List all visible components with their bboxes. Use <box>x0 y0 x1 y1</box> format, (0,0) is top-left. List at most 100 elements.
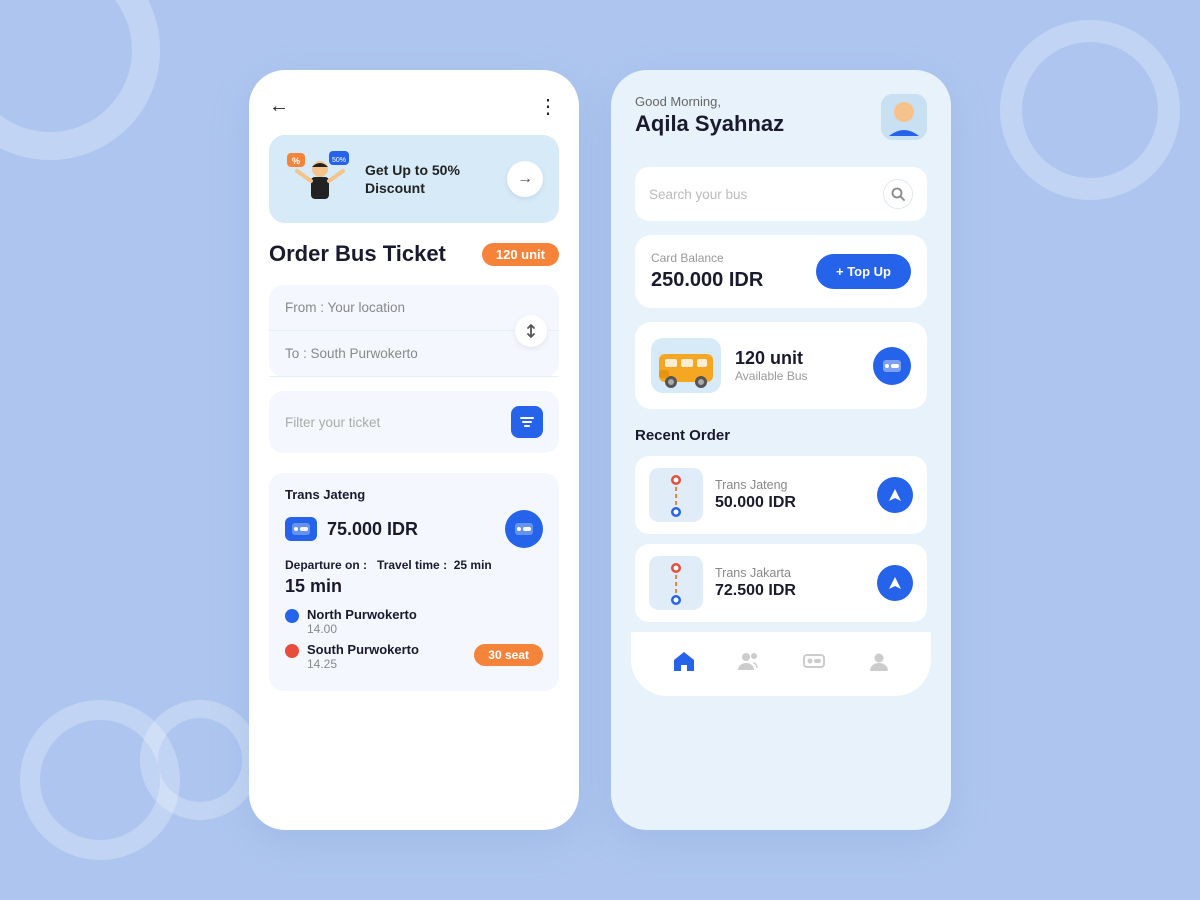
stop-1-name: North Purwokerto <box>307 607 417 622</box>
ticket-price: 75.000 IDR <box>327 519 418 540</box>
order-2-info: Trans Jakarta 72.500 IDR <box>715 566 865 600</box>
bus-available-label: Available Bus <box>735 369 859 383</box>
bg-decoration-4 <box>140 700 260 820</box>
stop-1-time: 14.00 <box>307 622 417 636</box>
bus-ticket-button[interactable] <box>873 347 911 385</box>
greeting-section: Good Morning, Aqila Syahnaz <box>635 94 784 153</box>
filter-button[interactable] <box>511 406 543 438</box>
unit-badge: 120 unit <box>482 243 559 266</box>
avatar <box>881 94 927 140</box>
top-bar: ← ⋮ <box>269 94 559 119</box>
right-top-row: Good Morning, Aqila Syahnaz <box>635 94 927 153</box>
banner-text: Get Up to 50% Discount <box>365 161 497 197</box>
navigate-icon-1 <box>887 487 903 503</box>
ticket-icon-box <box>285 517 317 541</box>
stop-2-dot <box>285 644 299 658</box>
filter-section: Filter your ticket <box>269 391 559 453</box>
ticket-icon-svg <box>802 650 826 672</box>
recent-orders-title: Recent Order <box>635 427 927 444</box>
stop-2-name: South Purwokerto <box>307 642 419 657</box>
ticket-price-left: 75.000 IDR <box>285 517 418 541</box>
search-icon <box>891 187 905 201</box>
ticket-small-icon <box>291 522 311 536</box>
nav-profile[interactable] <box>857 646 901 682</box>
people-icon-svg <box>737 650 761 672</box>
location-input-section: From : Your location To : South Purwoker… <box>269 285 559 377</box>
left-phone: ← ⋮ % 50% <box>249 70 579 830</box>
stop-1-info: North Purwokerto 14.00 <box>307 607 417 636</box>
balance-info: Card Balance 250.000 IDR <box>651 251 763 292</box>
balance-card: Card Balance 250.000 IDR + Top Up <box>635 235 927 308</box>
order-item-2[interactable]: Trans Jakarta 72.500 IDR <box>635 544 927 622</box>
nav-home[interactable] <box>662 646 706 682</box>
order-map-svg-2 <box>649 556 703 610</box>
to-input[interactable]: To : South Purwokerto <box>269 331 559 377</box>
order-map-1 <box>649 468 703 522</box>
balance-label: Card Balance <box>651 251 763 265</box>
search-button[interactable] <box>883 179 913 209</box>
order-2-operator: Trans Jakarta <box>715 566 865 580</box>
ticket-icon <box>802 650 826 678</box>
bus-card: 120 unit Available Bus <box>635 322 927 409</box>
bus-info: 120 unit Available Bus <box>735 348 859 383</box>
ticket-operator: Trans Jateng <box>285 487 543 502</box>
svg-text:%: % <box>292 156 300 166</box>
phones-container: ← ⋮ % 50% <box>249 70 951 830</box>
stop-2-row: South Purwokerto 14.25 30 seat <box>285 642 543 671</box>
bg-decoration-1 <box>0 0 160 160</box>
order-1-info: Trans Jateng 50.000 IDR <box>715 478 865 512</box>
avatar-svg <box>881 94 927 140</box>
home-icon-svg <box>672 650 696 672</box>
book-ticket-icon <box>514 522 534 536</box>
bus-svg <box>651 338 721 393</box>
wait-time: 15 min <box>285 576 543 597</box>
nav-people[interactable] <box>727 646 771 682</box>
topup-button[interactable]: + Top Up <box>816 254 911 289</box>
book-button[interactable] <box>505 510 543 548</box>
swap-icon <box>523 323 539 339</box>
balance-amount: 250.000 IDR <box>651 269 763 292</box>
stop-1-dot <box>285 609 299 623</box>
stop-2-time: 14.25 <box>307 657 419 671</box>
greeting-text: Good Morning, <box>635 94 784 109</box>
more-menu-button[interactable]: ⋮ <box>538 94 559 119</box>
search-placeholder: Search your bus <box>649 187 747 202</box>
home-icon <box>672 650 696 678</box>
departure-row: Departure on : Travel time : 25 min <box>285 558 543 572</box>
bus-ticket-icon <box>882 359 902 373</box>
profile-icon-svg <box>867 650 891 672</box>
profile-icon <box>867 650 891 678</box>
banner-title: Get Up to 50% Discount <box>365 161 497 197</box>
seat-badge: 30 seat <box>474 644 543 666</box>
svg-text:50%: 50% <box>332 157 346 164</box>
navigate-icon-2 <box>887 575 903 591</box>
order-1-navigate-button[interactable] <box>877 477 913 513</box>
banner-arrow-button[interactable]: → <box>507 161 543 197</box>
order-2-price: 72.500 IDR <box>715 582 865 600</box>
user-name: Aqila Syahnaz <box>635 111 784 137</box>
order-map-2 <box>649 556 703 610</box>
order-map-svg-1 <box>649 468 703 522</box>
discount-banner: % 50% Get Up to 50% Discount → <box>269 135 559 223</box>
bus-illustration <box>651 338 721 393</box>
bottom-nav <box>631 632 931 696</box>
bus-units: 120 unit <box>735 348 859 369</box>
order-1-price: 50.000 IDR <box>715 494 865 512</box>
order-2-navigate-button[interactable] <box>877 565 913 601</box>
person-illustration-svg: % 50% <box>285 149 355 209</box>
ticket-card: Trans Jateng 75.000 IDR <box>269 473 559 691</box>
stop-2-info: South Purwokerto 14.25 <box>307 642 419 671</box>
back-button[interactable]: ← <box>269 95 289 118</box>
nav-ticket[interactable] <box>792 646 836 682</box>
stop-1-row: North Purwokerto 14.00 <box>285 607 543 636</box>
order-1-operator: Trans Jateng <box>715 478 865 492</box>
bg-decoration-2 <box>1000 20 1180 200</box>
search-bar[interactable]: Search your bus <box>635 167 927 221</box>
ticket-price-row: 75.000 IDR <box>285 510 543 548</box>
order-title: Order Bus Ticket <box>269 241 446 267</box>
order-item-1[interactable]: Trans Jateng 50.000 IDR <box>635 456 927 534</box>
swap-button[interactable] <box>515 315 547 347</box>
order-title-row: Order Bus Ticket 120 unit <box>269 241 559 267</box>
right-phone: Good Morning, Aqila Syahnaz Search your … <box>611 70 951 830</box>
filter-label: Filter your ticket <box>285 415 380 430</box>
